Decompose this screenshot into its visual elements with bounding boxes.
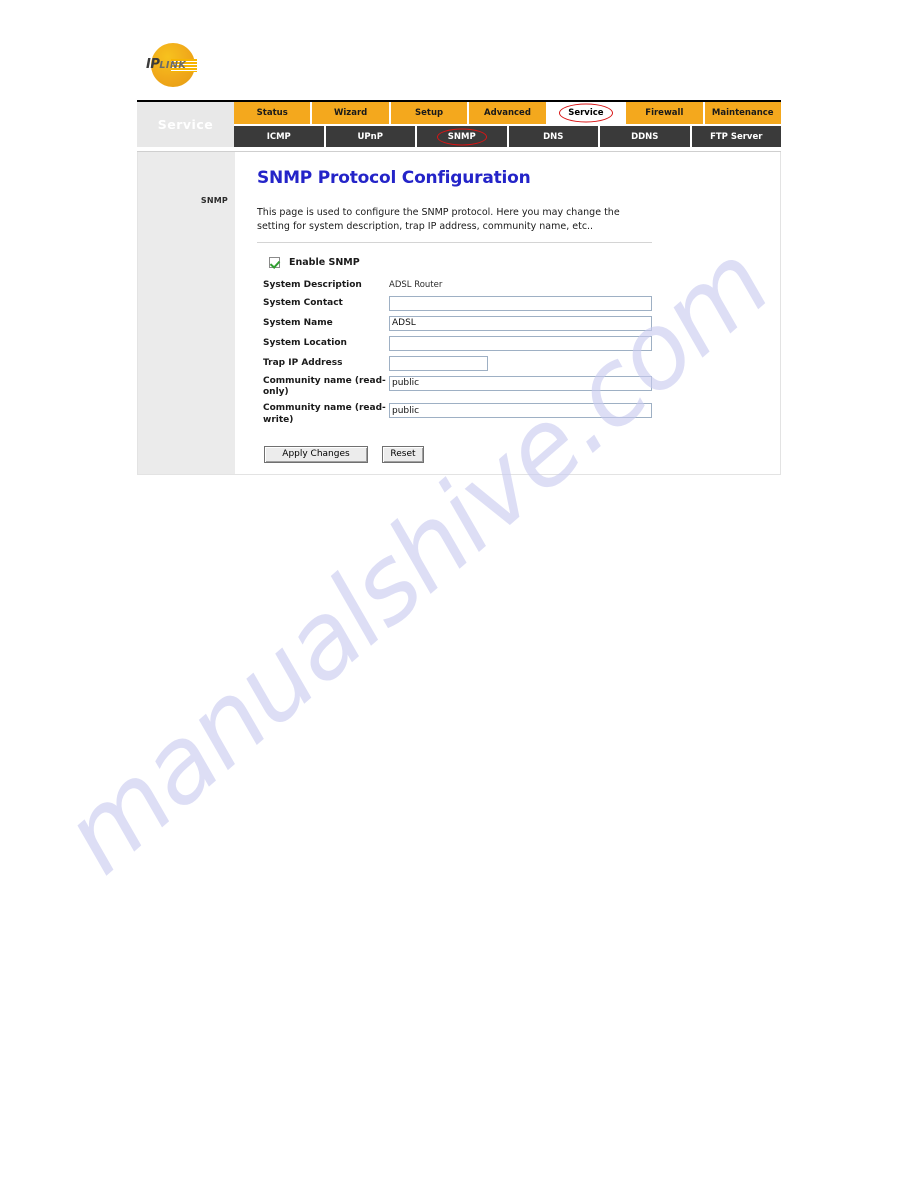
nav-section-title: Service xyxy=(137,102,234,147)
input-system-contact[interactable] xyxy=(389,295,652,311)
label-system-name: System Name xyxy=(263,317,333,328)
subtab-icmp-label: ICMP xyxy=(266,131,291,142)
input-community-read-only[interactable] xyxy=(389,375,652,391)
label-trap-ip-address: Trap IP Address xyxy=(263,357,343,368)
tab-status[interactable]: Status xyxy=(234,102,313,124)
primary-tab-row: Status Wizard Setup Advanced Service Fir… xyxy=(234,102,781,124)
enable-snmp-checkbox[interactable] xyxy=(269,256,280,268)
tab-status-label: Status xyxy=(256,108,288,118)
sidebar: SNMP xyxy=(138,152,235,474)
tab-maintenance[interactable]: Maintenance xyxy=(704,102,781,124)
input-system-location[interactable] xyxy=(389,335,652,351)
tab-firewall[interactable]: Firewall xyxy=(626,102,705,124)
label-system-location: System Location xyxy=(263,337,347,348)
input-community-read-write[interactable] xyxy=(389,403,652,419)
subtab-dns-label: DNS xyxy=(543,131,564,142)
secondary-tab-row: ICMP UPnP SNMP DNS DDNS FTP Server xyxy=(234,126,781,147)
main-content: SNMP Protocol Configuration This page is… xyxy=(235,152,780,474)
input-trap-ip-address[interactable] xyxy=(389,355,488,371)
field-row-system-location: System Location xyxy=(263,335,780,351)
sidebar-item-snmp-label: SNMP xyxy=(200,196,228,205)
label-community-read-only: Community name (read-only) xyxy=(263,375,386,398)
subtab-dns[interactable]: DNS xyxy=(508,126,600,147)
reset-button[interactable]: Reset xyxy=(382,445,424,463)
tab-advanced-label: Advanced xyxy=(484,108,531,118)
subtab-ddns[interactable]: DDNS xyxy=(600,126,692,147)
description-divider xyxy=(257,241,652,243)
tab-maintenance-label: Maintenance xyxy=(711,108,774,118)
page-title: SNMP Protocol Configuration xyxy=(257,168,531,188)
tab-setup-label: Setup xyxy=(415,108,444,118)
field-row-system-description: System Description ADSL Router xyxy=(263,280,780,291)
tab-wizard[interactable]: Wizard xyxy=(312,102,391,124)
tab-setup[interactable]: Setup xyxy=(390,102,470,124)
input-system-name[interactable] xyxy=(389,315,652,331)
field-row-trap-ip-address: Trap IP Address xyxy=(263,355,780,371)
field-row-community-read-write: Community name (read-write) xyxy=(263,403,780,426)
tab-service-label: Service xyxy=(568,108,604,118)
logo-text-sub: LINK xyxy=(159,60,187,71)
logo-header: IPLINK xyxy=(137,28,781,100)
label-system-contact: System Contact xyxy=(263,297,343,308)
tab-service[interactable]: Service xyxy=(547,102,627,124)
tab-advanced[interactable]: Advanced xyxy=(469,102,548,124)
logo-text-main: IP xyxy=(146,57,160,72)
subtab-snmp[interactable]: SNMP xyxy=(417,126,509,147)
field-row-system-name: System Name xyxy=(263,315,780,331)
tab-wizard-label: Wizard xyxy=(334,108,368,118)
tab-firewall-label: Firewall xyxy=(645,108,684,118)
apply-changes-button[interactable]: Apply Changes xyxy=(264,445,368,463)
page-body: SNMP SNMP Protocol Configuration This pa… xyxy=(137,152,781,475)
subtab-ftp-server[interactable]: FTP Server xyxy=(691,126,781,147)
subtab-icmp[interactable]: ICMP xyxy=(234,126,326,147)
subtab-upnp[interactable]: UPnP xyxy=(325,126,417,147)
navigation-bar: Service Status Wizard Setup Advanced Ser… xyxy=(137,102,781,147)
logo-wordmark: IPLINK xyxy=(146,57,186,72)
field-row-system-contact: System Contact xyxy=(263,295,780,311)
subtab-snmp-label: SNMP xyxy=(447,131,476,142)
label-system-description: System Description xyxy=(263,279,362,290)
iplink-logo-icon: IPLINK xyxy=(145,42,197,90)
router-admin-page: IPLINK Service Status Wizard Setup Advan… xyxy=(137,28,781,475)
enable-snmp-label: Enable SNMP xyxy=(289,256,360,268)
nav-tabs-column: Status Wizard Setup Advanced Service Fir… xyxy=(234,102,781,147)
value-system-description: ADSL Router xyxy=(389,280,443,291)
subtab-upnp-label: UPnP xyxy=(357,131,383,142)
enable-snmp-row[interactable]: Enable SNMP xyxy=(269,256,780,268)
subtab-ftp-server-label: FTP Server xyxy=(710,131,763,142)
snmp-form: System Description ADSL Router System Co… xyxy=(263,280,780,463)
subtab-ddns-label: DDNS xyxy=(631,131,659,142)
form-button-row: Apply Changes Reset xyxy=(264,445,780,463)
sidebar-item-snmp[interactable]: SNMP xyxy=(138,196,235,205)
field-row-community-read-only: Community name (read-only) xyxy=(263,375,780,399)
page-description: This page is used to configure the SNMP … xyxy=(257,207,620,232)
label-community-read-write: Community name (read-write) xyxy=(263,403,386,425)
